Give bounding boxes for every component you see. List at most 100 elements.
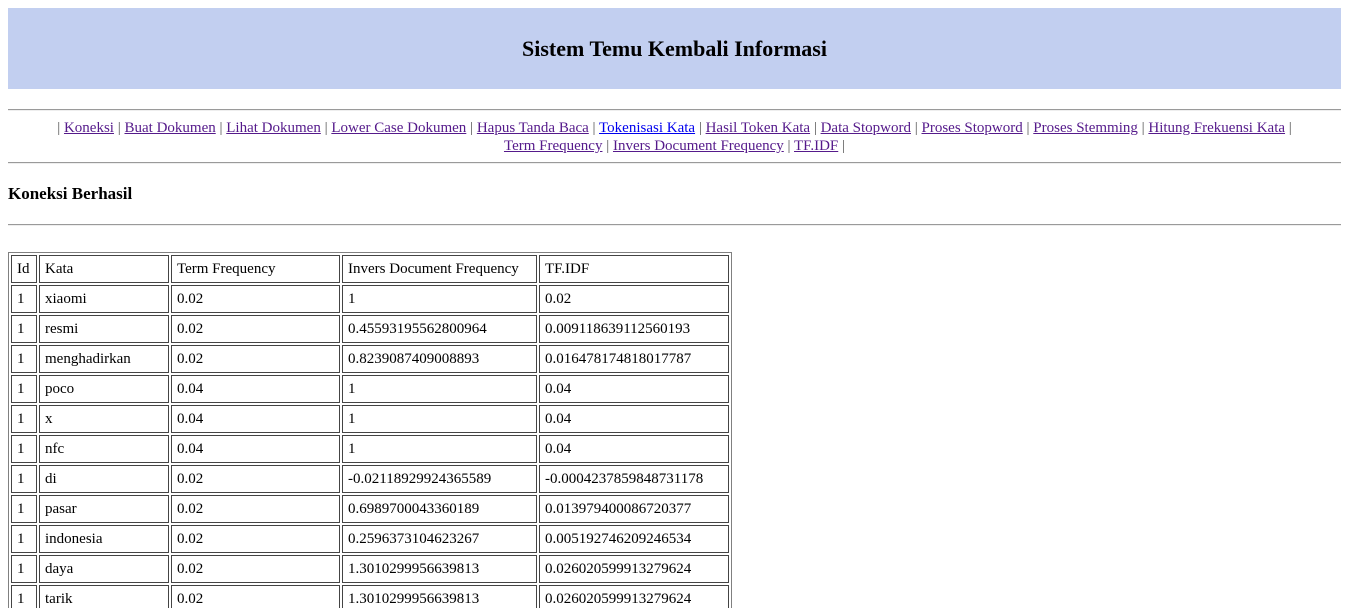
cell-id: 1 [11, 375, 37, 403]
nav-separator: | [606, 138, 610, 154]
nav-link-buat-dokumen[interactable]: Buat Dokumen [124, 120, 215, 136]
cell-kata: poco [39, 375, 169, 403]
header-banner: Sistem Temu Kembali Informasi [8, 8, 1341, 89]
cell-tf-idf: 0.016478174818017787 [539, 345, 729, 373]
table-row: 1 x 0.04 1 0.04 [11, 405, 729, 433]
table-row: 1 poco 0.04 1 0.04 [11, 375, 729, 403]
table-row: 1 menghadirkan 0.02 0.8239087409008893 0… [11, 345, 729, 373]
divider [8, 162, 1341, 164]
nav-link-data-stopword[interactable]: Data Stopword [821, 120, 911, 136]
cell-kata: pasar [39, 495, 169, 523]
cell-id: 1 [11, 465, 37, 493]
cell-kata: indonesia [39, 525, 169, 553]
cell-term-frequency: 0.02 [171, 285, 340, 313]
cell-idf: 1 [342, 375, 537, 403]
nav-separator: | [813, 120, 817, 136]
nav-link-proses-stopword[interactable]: Proses Stopword [922, 120, 1023, 136]
status-message: Koneksi Berhasil [8, 184, 133, 203]
cell-tf-idf: 0.04 [539, 375, 729, 403]
cell-id: 1 [11, 585, 37, 608]
cell-term-frequency: 0.04 [171, 375, 340, 403]
column-header-tf-idf: TF.IDF [539, 255, 729, 283]
nav-separator: | [787, 138, 791, 154]
nav-separator: | [592, 120, 596, 136]
nav-link-tokenisasi-kata[interactable]: Tokenisasi Kata [599, 120, 695, 136]
cell-idf: 1 [342, 285, 537, 313]
table-row: 1 tarik 0.02 1.3010299956639813 0.026020… [11, 585, 729, 608]
nav-separator: | [914, 120, 918, 136]
nav-separator: | [57, 120, 61, 136]
table-row: 1 di 0.02 -0.02118929924365589 -0.000423… [11, 465, 729, 493]
nav-separator: | [1026, 120, 1030, 136]
nav-separator: | [1141, 120, 1145, 136]
cell-term-frequency: 0.02 [171, 465, 340, 493]
cell-term-frequency: 0.02 [171, 345, 340, 373]
nav-separator: | [219, 120, 223, 136]
cell-kata: xiaomi [39, 285, 169, 313]
divider [8, 224, 1341, 226]
column-header-id: Id [11, 255, 37, 283]
cell-kata: resmi [39, 315, 169, 343]
cell-id: 1 [11, 435, 37, 463]
table-row: 1 resmi 0.02 0.45593195562800964 0.00911… [11, 315, 729, 343]
nav-separator: | [1288, 120, 1292, 136]
table-row: 1 xiaomi 0.02 1 0.02 [11, 285, 729, 313]
cell-term-frequency: 0.02 [171, 525, 340, 553]
table-header-row: Id Kata Term Frequency Invers Document F… [11, 255, 729, 283]
nav-link-proses-stemming[interactable]: Proses Stemming [1033, 120, 1138, 136]
nav-menu: | Koneksi | Buat Dokumen | Lihat Dokumen… [8, 119, 1341, 155]
nav-link-hitung-frekuensi-kata[interactable]: Hitung Frekuensi Kata [1148, 120, 1285, 136]
cell-id: 1 [11, 495, 37, 523]
page: Sistem Temu Kembali Informasi | Koneksi … [0, 0, 1350, 608]
cell-idf: 1.3010299956639813 [342, 555, 537, 583]
cell-id: 1 [11, 315, 37, 343]
cell-tf-idf: 0.026020599913279624 [539, 555, 729, 583]
nav-link-lihat-dokumen[interactable]: Lihat Dokumen [226, 120, 321, 136]
cell-idf: 0.45593195562800964 [342, 315, 537, 343]
cell-idf: 0.6989700043360189 [342, 495, 537, 523]
nav-link-lower-case-dokumen[interactable]: Lower Case Dokumen [331, 120, 466, 136]
results-table: Id Kata Term Frequency Invers Document F… [8, 252, 732, 608]
nav-link-invers-document-frequency[interactable]: Invers Document Frequency [613, 138, 784, 154]
cell-term-frequency: 0.04 [171, 405, 340, 433]
nav-link-hasil-token-kata[interactable]: Hasil Token Kata [706, 120, 810, 136]
column-header-kata: Kata [39, 255, 169, 283]
nav-separator: | [324, 120, 328, 136]
cell-term-frequency: 0.02 [171, 585, 340, 608]
table-row: 1 nfc 0.04 1 0.04 [11, 435, 729, 463]
cell-id: 1 [11, 555, 37, 583]
cell-tf-idf: 0.009118639112560193 [539, 315, 729, 343]
cell-tf-idf: -0.0004237859848731178 [539, 465, 729, 493]
cell-id: 1 [11, 405, 37, 433]
cell-term-frequency: 0.02 [171, 315, 340, 343]
column-header-idf: Invers Document Frequency [342, 255, 537, 283]
table-row: 1 indonesia 0.02 0.2596373104623267 0.00… [11, 525, 729, 553]
cell-idf: 0.2596373104623267 [342, 525, 537, 553]
table-body: 1 xiaomi 0.02 1 0.02 1 resmi 0.02 0.4559… [11, 285, 729, 608]
cell-term-frequency: 0.02 [171, 555, 340, 583]
cell-idf: -0.02118929924365589 [342, 465, 537, 493]
nav-separator: | [698, 120, 702, 136]
cell-idf: 0.8239087409008893 [342, 345, 537, 373]
cell-idf: 1.3010299956639813 [342, 585, 537, 608]
table-row: 1 pasar 0.02 0.6989700043360189 0.013979… [11, 495, 729, 523]
cell-idf: 1 [342, 435, 537, 463]
nav-link-tf-idf[interactable]: TF.IDF [794, 138, 838, 154]
cell-kata: di [39, 465, 169, 493]
cell-term-frequency: 0.02 [171, 495, 340, 523]
cell-id: 1 [11, 285, 37, 313]
cell-idf: 1 [342, 405, 537, 433]
nav-link-koneksi[interactable]: Koneksi [64, 120, 114, 136]
nav-link-term-frequency[interactable]: Term Frequency [504, 138, 603, 154]
cell-tf-idf: 0.02 [539, 285, 729, 313]
divider [8, 109, 1341, 111]
cell-id: 1 [11, 525, 37, 553]
cell-tf-idf: 0.005192746209246534 [539, 525, 729, 553]
nav-link-hapus-tanda-baca[interactable]: Hapus Tanda Baca [477, 120, 589, 136]
cell-tf-idf: 0.026020599913279624 [539, 585, 729, 608]
nav-separator: | [470, 120, 474, 136]
column-header-term-frequency: Term Frequency [171, 255, 340, 283]
table-row: 1 daya 0.02 1.3010299956639813 0.0260205… [11, 555, 729, 583]
nav-separator: | [117, 120, 121, 136]
cell-term-frequency: 0.04 [171, 435, 340, 463]
